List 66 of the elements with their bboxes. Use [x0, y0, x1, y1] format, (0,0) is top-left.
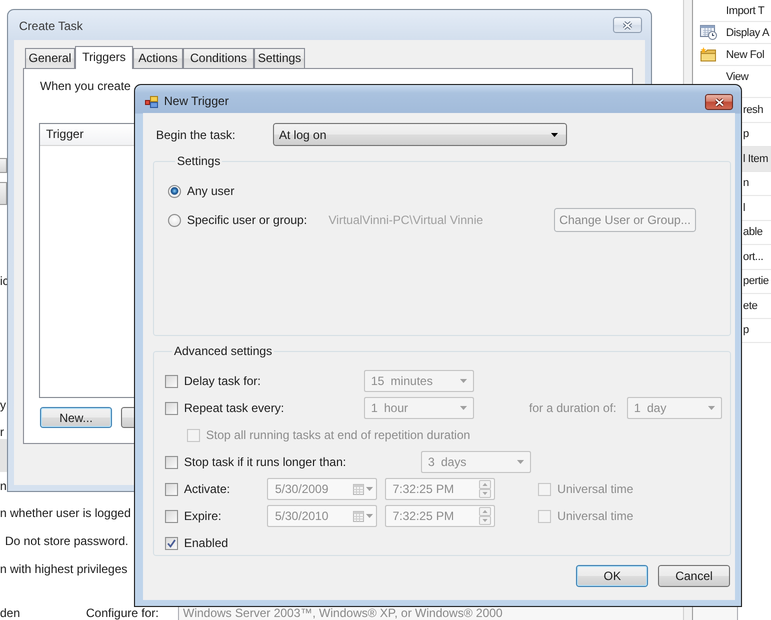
- calendar-clock-icon: [700, 25, 717, 40]
- window-title: New Trigger: [164, 94, 229, 108]
- caret-icon: [517, 460, 524, 464]
- checkbox[interactable]: [165, 510, 178, 522]
- action-item[interactable]: Import T: [700, 0, 771, 22]
- cut-off-button[interactable]: [0, 158, 7, 173]
- caret-icon: [366, 487, 373, 491]
- caret-icon: [708, 406, 715, 410]
- checkbox[interactable]: [165, 482, 178, 496]
- checkbox[interactable]: [165, 536, 178, 550]
- ok-button[interactable]: OK: [576, 565, 648, 587]
- close-icon: [714, 98, 724, 106]
- action-item[interactable]: New Fol: [700, 44, 771, 66]
- close-button[interactable]: [613, 17, 642, 33]
- checkbox[interactable]: [165, 402, 178, 414]
- folder-icon: [700, 47, 717, 62]
- user-name-text: VirtualVinni-PC\Virtual Vinnie: [328, 213, 484, 227]
- tab[interactable]: Triggers: [75, 46, 133, 69]
- calendar-icon: [353, 484, 364, 494]
- field-label: Begin the task:: [156, 128, 236, 142]
- calendar-icon: [353, 510, 364, 522]
- checkbox-label: Repeat task every:: [184, 401, 284, 415]
- tab[interactable]: Actions: [133, 48, 183, 68]
- checkbox-label: Expire:: [184, 509, 222, 523]
- radio-button[interactable]: [168, 214, 181, 226]
- group-title: Advanced settings: [173, 344, 274, 358]
- tab[interactable]: Conditions: [183, 48, 254, 68]
- checkbox-label: Universal time: [557, 509, 634, 523]
- new-button[interactable]: New...: [40, 407, 112, 428]
- option-label: Specific user or group:: [187, 213, 308, 227]
- trigger-type-dropdown[interactable]: At log on: [273, 123, 567, 146]
- checkbox-label: Stop all running tasks at end of repetition duration: [206, 428, 470, 442]
- checkbox-label: Activate:: [184, 482, 230, 496]
- squares-icon: [145, 96, 158, 108]
- checkbox[interactable]: [165, 374, 178, 388]
- tab[interactable]: General: [25, 48, 75, 68]
- action-item[interactable]: Display A: [700, 22, 771, 44]
- radio-button[interactable]: [168, 184, 181, 198]
- checkbox-label: Stop task if it runs longer than:: [184, 455, 346, 469]
- cut-off-button[interactable]: [0, 182, 7, 205]
- caret-icon: [366, 514, 373, 518]
- cut-off-text: y: [0, 398, 7, 412]
- checkbox[interactable]: [165, 456, 178, 468]
- cut-off-text: r: [0, 425, 5, 439]
- cut-off-text: den: [0, 606, 22, 620]
- option-label: n with highest privileges: [0, 562, 128, 576]
- description-text: When you create: [39, 79, 131, 93]
- caret-icon: [460, 406, 467, 410]
- option-label: Do not store password.: [4, 534, 128, 548]
- tick-icon: [167, 538, 176, 548]
- caret-icon: [460, 379, 467, 383]
- group-title: Settings: [176, 154, 222, 168]
- close-button[interactable]: [705, 94, 733, 110]
- checkbox-label: Universal time: [557, 482, 634, 496]
- tab[interactable]: Settings: [254, 48, 305, 68]
- option-label: n whether user is logged: [0, 506, 131, 520]
- cancel-button[interactable]: Cancel: [658, 565, 730, 587]
- cut-off-text: n: [0, 479, 7, 493]
- field-label: for a duration of:: [529, 401, 618, 415]
- window-title: Create Task: [19, 19, 83, 33]
- checkbox-label: Delay task for:: [184, 374, 261, 388]
- caret-icon: [551, 132, 558, 136]
- option-label: Any user: [187, 184, 234, 198]
- close-icon: [622, 20, 633, 30]
- checkbox-label: Enabled: [184, 536, 228, 550]
- field-label: Configure for:: [86, 606, 160, 620]
